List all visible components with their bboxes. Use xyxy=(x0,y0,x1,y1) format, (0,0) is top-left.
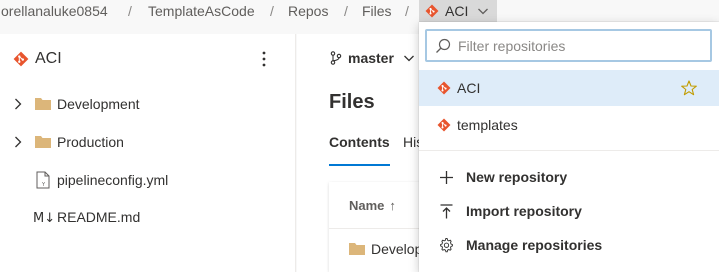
repository-dropdown: ACI templates New repository Import repo… xyxy=(419,22,719,272)
repo-selector-button[interactable]: ACI xyxy=(419,0,497,22)
sidebar-repo-name: ACI xyxy=(35,50,62,67)
git-repo-icon xyxy=(437,118,451,132)
breadcrumb-separator: / xyxy=(405,3,409,19)
breadcrumb-separator: / xyxy=(344,3,348,19)
git-repo-icon xyxy=(13,51,29,67)
svg-text:M↓: M↓ xyxy=(33,211,53,224)
column-header-name[interactable]: Name ↑ xyxy=(349,198,396,213)
tree-item-production[interactable]: Production xyxy=(0,123,296,161)
plus-icon xyxy=(440,170,453,184)
column-header-label: Name xyxy=(349,198,385,213)
chevron-down-icon xyxy=(403,55,414,62)
manage-repositories-label: Manage repositories xyxy=(466,237,603,253)
tree-item-label: README.md xyxy=(57,209,141,225)
chevron-down-icon xyxy=(478,8,489,15)
page-title: Files xyxy=(329,91,375,113)
tab-label: Contents xyxy=(329,134,390,150)
breadcrumb-project[interactable]: TemplateAsCode xyxy=(148,3,255,19)
tab-contents[interactable]: Contents xyxy=(329,134,390,166)
breadcrumb: orellanaluke0854 / TemplateAsCode / Repo… xyxy=(0,0,719,24)
tree-item-development[interactable]: Development xyxy=(0,85,296,123)
breadcrumb-separator: / xyxy=(128,3,132,19)
yml-file-icon: Y xyxy=(36,171,50,189)
breadcrumb-repos[interactable]: Repos xyxy=(288,3,328,19)
folder-icon xyxy=(349,243,365,255)
import-repository-button[interactable]: Import repository xyxy=(419,195,719,227)
filter-repositories-box[interactable] xyxy=(425,29,712,62)
menu-divider xyxy=(419,150,719,151)
more-vertical-icon[interactable] xyxy=(258,50,270,68)
folder-icon xyxy=(35,98,51,110)
branch-name: master xyxy=(348,50,394,66)
gear-icon xyxy=(440,237,453,252)
file-tree-panel: ACI Development Production Y pipelinecon… xyxy=(0,34,296,272)
tree-item-pipelineconfig[interactable]: Y pipelineconfig.yml xyxy=(0,161,296,199)
filter-repositories-input[interactable] xyxy=(458,37,698,54)
new-repository-label: New repository xyxy=(466,169,568,185)
table-cell-name: Develop xyxy=(371,241,423,257)
search-icon xyxy=(436,38,451,53)
repo-item-label: templates xyxy=(457,117,518,133)
git-repo-icon xyxy=(425,4,439,18)
new-repository-button[interactable]: New repository xyxy=(419,161,719,193)
import-icon xyxy=(440,203,453,218)
breadcrumb-org[interactable]: orellanaluke0854 xyxy=(1,3,108,19)
tree-item-readme[interactable]: M↓ README.md xyxy=(0,198,296,236)
import-repository-label: Import repository xyxy=(466,203,582,219)
branch-icon xyxy=(330,51,342,65)
tree-item-label: pipelineconfig.yml xyxy=(57,172,169,188)
repo-item-aci[interactable]: ACI xyxy=(419,70,719,106)
markdown-file-icon: M↓ xyxy=(33,211,53,224)
repo-item-label: ACI xyxy=(457,80,481,96)
folder-icon xyxy=(35,136,51,148)
tree-item-label: Development xyxy=(57,96,140,112)
git-repo-icon xyxy=(437,81,451,95)
sort-ascending-icon: ↑ xyxy=(389,198,396,213)
chevron-right-icon[interactable] xyxy=(13,136,23,148)
star-outline-icon[interactable] xyxy=(681,80,697,96)
chevron-right-icon[interactable] xyxy=(13,98,23,110)
breadcrumb-files[interactable]: Files xyxy=(362,3,392,19)
repo-selector-label: ACI xyxy=(445,3,469,19)
repo-item-templates[interactable]: templates xyxy=(419,107,719,143)
tree-item-label: Production xyxy=(57,134,124,150)
manage-repositories-button[interactable]: Manage repositories xyxy=(419,229,719,261)
branch-selector[interactable]: master xyxy=(330,50,415,66)
breadcrumb-separator: / xyxy=(270,3,274,19)
